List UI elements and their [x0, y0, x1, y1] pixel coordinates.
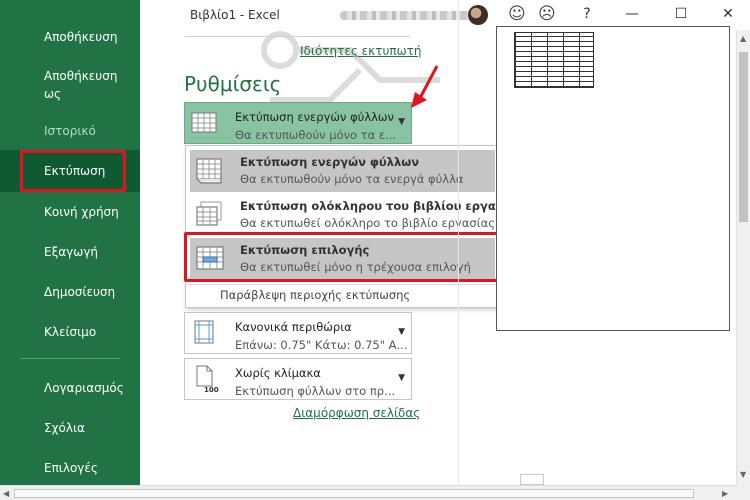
scrollbar-corner: [736, 485, 750, 500]
scroll-left-icon[interactable]: ◀: [3, 489, 9, 498]
chevron-down-icon: ▼: [398, 327, 405, 337]
sidebar-item-label-line2: ως: [44, 87, 62, 101]
scrollbar-thumb[interactable]: [14, 489, 694, 498]
menu-divider: [186, 284, 497, 285]
scaling-icon-label: 100: [204, 386, 219, 394]
printer-properties-label: Ιδιότητες εκτυπωτή: [300, 44, 422, 58]
sidebar-item-label: Αποθήκευση: [44, 69, 118, 83]
menu-item-title: Εκτύπωση ενεργών φύλλων: [240, 155, 420, 169]
dropdown-title: Κανονικά περιθώρια: [235, 320, 352, 334]
minimize-button[interactable]: —: [618, 3, 646, 25]
menu-item-title: Εκτύπωση ολόκληρου του βιβλίου εργασίας: [240, 199, 524, 213]
vertical-scrollbar[interactable]: ▲ ▼: [736, 30, 750, 485]
sidebar-item-save-as[interactable]: Αποθήκευση ως: [0, 68, 140, 102]
chevron-down-icon: ▼: [398, 117, 405, 127]
ignore-print-area-option[interactable]: Παράβλεψη περιοχής εκτύπωσης: [220, 288, 410, 302]
dropdown-title: Χωρίς κλίμακα: [235, 366, 321, 380]
frown-icon[interactable]: ☹: [538, 4, 556, 24]
dropdown-subtitle: Επάνω: 0.75" Κάτω: 0.75" Α...: [235, 338, 408, 352]
sidebar-divider: [20, 358, 120, 359]
sheet-grid-icon: [191, 112, 217, 133]
printer-selector-border: [185, 36, 410, 37]
sidebar-item-label: Αποθήκευση: [44, 30, 118, 44]
scroll-up-icon[interactable]: ▲: [740, 34, 746, 43]
scroll-right-icon[interactable]: ▶: [722, 489, 728, 498]
sidebar-item-account[interactable]: Λογαριασμός: [0, 380, 140, 396]
sidebar-item-label: Λογαριασμός: [44, 381, 124, 395]
page-number-box[interactable]: [520, 474, 544, 485]
dropdown-subtitle: Θα εκτυπωθούν μόνο τα ε...: [235, 128, 397, 142]
highlight-print-box: [20, 150, 126, 192]
scaling-dropdown[interactable]: 100 Χωρίς κλίμακα Εκτύπωση φύλλων στο πρ…: [184, 358, 412, 400]
backstage-sidebar: Αποθήκευση Αποθήκευση ως Ιστορικό Εκτύπω…: [0, 0, 140, 500]
sidebar-item-publish[interactable]: Δημοσίευση: [0, 284, 140, 300]
pane-divider: [458, 0, 459, 485]
menu-item-subtitle: Θα εκτυπωθούν μόνο τα ενεργά φύλλα: [240, 172, 464, 186]
chevron-down-icon: ▼: [398, 373, 405, 383]
sidebar-item-label: Εξαγωγή: [44, 245, 99, 259]
avatar[interactable]: [468, 5, 488, 25]
entire-workbook-icon: [196, 201, 222, 226]
settings-heading: Ρυθμίσεις: [184, 72, 282, 96]
sidebar-item-label: Δημοσίευση: [44, 285, 116, 299]
print-what-dropdown[interactable]: Εκτύπωση ενεργών φύλλων Θα εκτυπωθούν μό…: [184, 102, 412, 144]
scrollbar-thumb[interactable]: [739, 52, 748, 222]
sidebar-item-export[interactable]: Εξαγωγή: [0, 244, 140, 260]
active-sheets-icon: [196, 158, 222, 184]
menu-item-print-active-sheets[interactable]: Εκτύπωση ενεργών φύλλων Θα εκτυπωθούν μό…: [190, 150, 495, 192]
page-setup-link[interactable]: Διαμόρφωση σελίδας: [293, 406, 420, 420]
menu-item-subtitle: Θα εκτυπωθεί ολόκληρο το βιβλίο εργασίας: [240, 216, 495, 230]
page-setup-label: Διαμόρφωση σελίδας: [293, 406, 421, 420]
maximize-button[interactable]: ☐: [667, 3, 695, 25]
sidebar-item-share[interactable]: Κοινή χρήση: [0, 204, 140, 220]
menu-item-print-entire-workbook[interactable]: Εκτύπωση ολόκληρου του βιβλίου εργασίας …: [190, 194, 524, 236]
sidebar-item-close[interactable]: Κλείσιμο: [0, 324, 140, 340]
sidebar-item-history: Ιστορικό: [0, 123, 140, 139]
annotation-arrow-icon: [411, 65, 439, 108]
highlight-print-selection-box: [184, 232, 500, 282]
print-preview-page: [496, 26, 730, 331]
margins-icon: [194, 320, 214, 344]
sidebar-item-label: Σχόλια: [44, 421, 85, 435]
sidebar-item-label: Κλείσιμο: [44, 325, 97, 339]
sidebar-item-options[interactable]: Επιλογές: [0, 460, 140, 476]
blurred-user-name: [340, 11, 480, 20]
sidebar-item-feedback[interactable]: Σχόλια: [0, 420, 140, 436]
sidebar-item-label: Επιλογές: [44, 461, 98, 475]
close-button[interactable]: ✕: [714, 3, 742, 25]
sidebar-item-label: Κοινή χρήση: [44, 205, 119, 219]
preview-table-thumbnail: [514, 32, 594, 88]
margins-dropdown[interactable]: Κανονικά περιθώρια Επάνω: 0.75" Κάτω: 0.…: [184, 312, 412, 354]
horizontal-scrollbar[interactable]: ◀ ▶: [0, 485, 736, 500]
dropdown-subtitle: Εκτύπωση φύλλων στο πρ...: [235, 384, 396, 398]
sidebar-item-save[interactable]: Αποθήκευση: [0, 29, 140, 45]
scroll-down-icon[interactable]: ▼: [740, 470, 746, 479]
print-what-menu: Εκτύπωση ενεργών φύλλων Θα εκτυπωθούν μό…: [185, 145, 524, 308]
printer-properties-link[interactable]: Ιδιότητες εκτυπωτή: [300, 44, 422, 58]
smile-icon[interactable]: ☺: [508, 4, 526, 24]
help-button[interactable]: ?: [573, 3, 601, 25]
dropdown-title: Εκτύπωση ενεργών φύλλων: [235, 110, 394, 124]
sidebar-item-label: Ιστορικό: [44, 124, 96, 138]
